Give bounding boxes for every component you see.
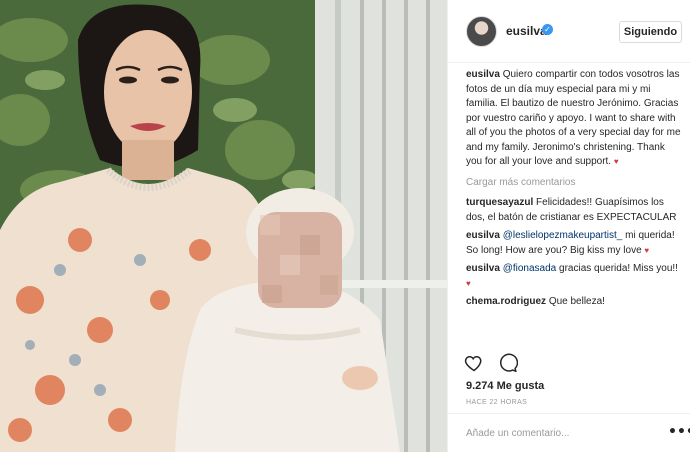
post-header: eusilva ✓ Siguiendo [448,0,690,63]
avatar[interactable] [466,16,497,47]
add-comment-input[interactable] [466,428,646,439]
comment-mention-link[interactable]: @fionasada [503,263,557,274]
comment-mention-link[interactable]: @leslielopezmakeupartist_ [503,230,623,241]
verified-icon: ✓ [542,24,553,35]
heart-emoji-icon: ♥ [613,157,619,166]
comment-username[interactable]: chema.rodriguez [466,296,546,307]
caption-text: Quiero compartir con todos vosotros las … [466,69,681,167]
comment-username[interactable]: turquesayazul [466,197,533,208]
following-button[interactable]: Siguiendo [619,21,682,43]
caption: eusilva Quiero compartir con todos vosot… [466,68,681,170]
list-item: turquesayazul Felicidades!! Guapísimos l… [466,196,681,225]
comment-username[interactable]: eusilva [466,230,500,241]
add-comment-bar: ••• [448,413,690,452]
post-sidebar: eusilva ✓ Siguiendo eusilva Quiero compa… [447,0,690,452]
comment-text: Que belleza! [548,296,605,307]
action-bar [464,352,519,374]
list-item: chema.rodriguez Que belleza! [466,295,681,310]
comment-text: gracias querida! Miss you!! [556,263,678,274]
comment-icon[interactable] [498,353,519,373]
heart-emoji-icon: ♥ [466,278,471,288]
header-username[interactable]: eusilva [506,24,547,38]
caption-username[interactable]: eusilva [466,69,500,80]
more-options-icon[interactable]: ••• [668,424,690,440]
post-timestamp: HACE 22 HORAS [466,399,528,406]
comment-username[interactable]: eusilva [466,263,500,274]
load-more-comments-link[interactable]: Cargar más comentarios [466,176,681,191]
list-item: eusilva @leslielopezmakeupartist_ mi que… [466,229,681,258]
likes-count[interactable]: 9.274 Me gusta [466,380,544,392]
heart-icon[interactable] [464,353,484,373]
list-item: eusilva @fionasada gracias querida! Miss… [466,262,681,291]
comments-list[interactable]: eusilva Quiero compartir con todos vosot… [466,68,681,344]
heart-emoji-icon: ♥ [644,245,650,255]
post-photo[interactable] [0,0,447,452]
